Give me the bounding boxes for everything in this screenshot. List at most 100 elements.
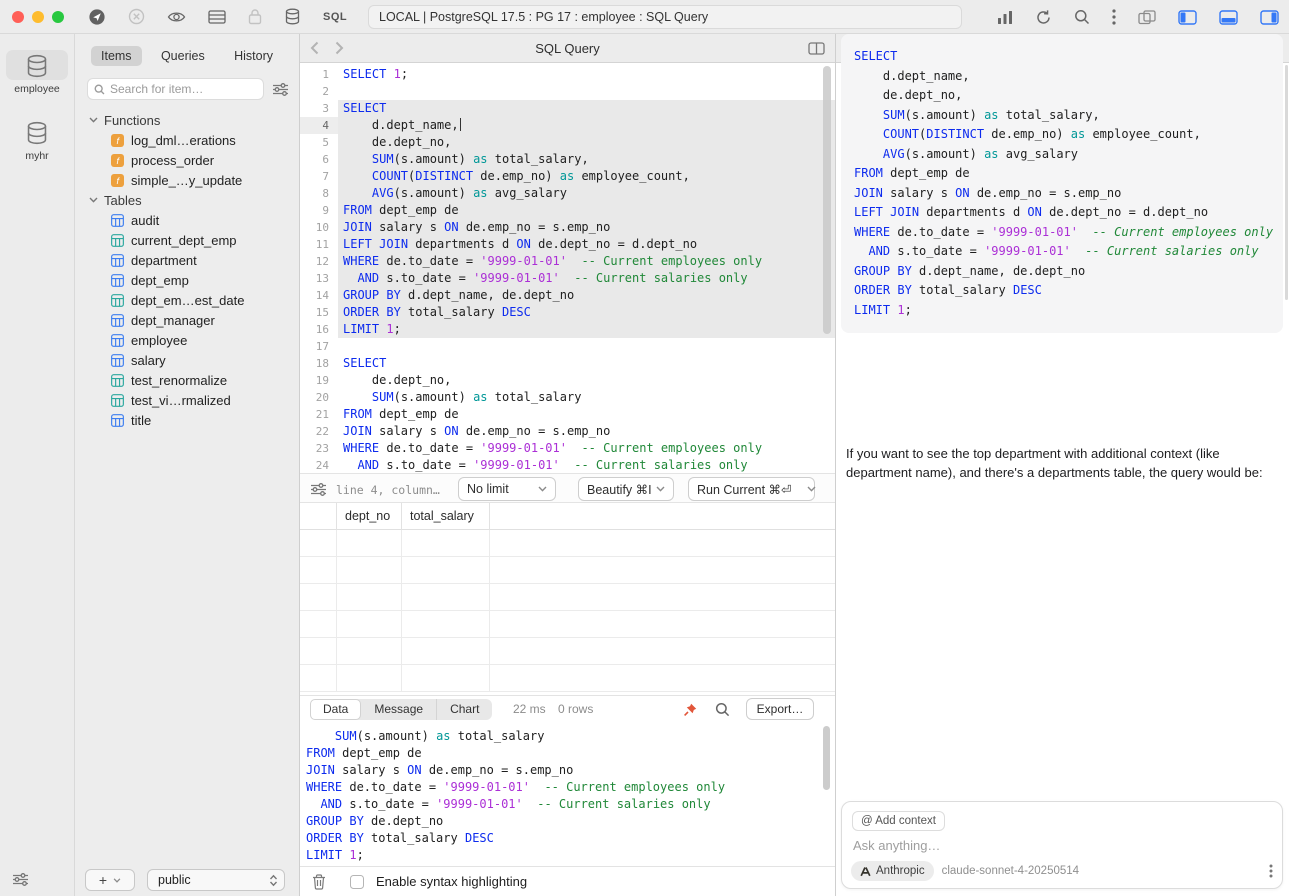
editor-line-24[interactable]: 24 AND s.to_date = '9999-01-01' -- Curre… [300,457,835,473]
back-icon[interactable] [310,41,319,55]
column-header-dept_no[interactable]: dept_no [337,503,402,530]
editor-line-3[interactable]: 3SELECT [300,100,835,117]
sidebar-item-department[interactable]: department [75,250,299,270]
output-tab-chart[interactable]: Chart [436,699,492,720]
ask-input[interactable] [853,838,1253,853]
lock-icon[interactable] [248,8,262,25]
refresh-icon[interactable] [1035,9,1052,26]
editor-line-15[interactable]: 15ORDER BY total_salary DESC [300,304,835,321]
filter-icon[interactable] [12,873,29,886]
table-cell[interactable] [402,584,490,611]
search-icon[interactable] [1074,9,1090,25]
connection-employee[interactable]: employee [6,50,68,95]
search-field[interactable] [87,78,264,100]
editor-line-19[interactable]: 19 de.dept_no, [300,372,835,389]
trash-icon[interactable] [312,874,326,890]
table-row[interactable] [300,665,835,692]
editor-line-10[interactable]: 10JOIN salary s ON de.emp_no = s.emp_no [300,219,835,236]
sidebar-item-employee[interactable]: employee [75,330,299,350]
scrollbar[interactable] [823,66,831,334]
editor-line-14[interactable]: 14GROUP BY d.dept_name, de.dept_no [300,287,835,304]
table-row[interactable] [300,584,835,611]
toggle-bottom-panel-icon[interactable] [1219,10,1238,25]
editor-line-16[interactable]: 16LIMIT 1; [300,321,835,338]
sql-badge[interactable]: SQL [323,11,347,23]
sidebar-item-process_order[interactable]: fprocess_order [75,150,299,170]
table-row[interactable] [300,530,835,557]
sidebar-tab-queries[interactable]: Queries [151,46,215,66]
tree-section-functions[interactable]: Functions [75,110,299,130]
sidebar-tab-history[interactable]: History [224,46,283,66]
editor-line-20[interactable]: 20 SUM(s.amount) as total_salary [300,389,835,406]
pin-icon[interactable] [683,702,698,717]
table-cell[interactable] [402,530,490,557]
sidebar-item-dept_manager[interactable]: dept_manager [75,310,299,330]
add-context-button[interactable]: @ Add context [852,811,945,831]
table-cell[interactable] [337,557,402,584]
sidebar-item-test_renormalize[interactable]: test_renormalize [75,370,299,390]
table-cell[interactable] [402,638,490,665]
split-editor-icon[interactable] [808,42,825,55]
sidebar-tab-items[interactable]: Items [91,46,142,66]
sql-editor[interactable]: 1SELECT 1;23SELECT4 d.dept_name,5 de.dep… [300,63,835,473]
table-row[interactable] [300,557,835,584]
sidebar-item-log_dml…erations[interactable]: flog_dml…erations [75,130,299,150]
toggle-right-panel-icon[interactable] [1260,10,1279,25]
table-row[interactable] [300,611,835,638]
editor-line-6[interactable]: 6 SUM(s.amount) as total_salary, [300,151,835,168]
model-provider-pill[interactable]: Anthropic [851,861,934,881]
schema-select[interactable]: public [147,869,285,891]
sidebar-item-test_vi…rmalized[interactable]: test_vi…rmalized [75,390,299,410]
editor-settings-icon[interactable] [310,483,327,496]
syntax-highlight-checkbox[interactable] [350,875,364,889]
table-cell[interactable] [402,611,490,638]
editor-line-4[interactable]: 4 d.dept_name, [300,117,835,134]
table-cell[interactable] [337,530,402,557]
editor-line-18[interactable]: 18SELECT [300,355,835,372]
chart-icon[interactable] [997,10,1013,25]
add-item-button[interactable]: + [85,869,135,891]
forward-icon[interactable] [335,41,344,55]
table-rows-icon[interactable] [208,10,226,24]
table-cell[interactable] [337,611,402,638]
chat-more-icon[interactable] [1269,864,1273,878]
output-tab-message[interactable]: Message [361,699,436,720]
editor-line-5[interactable]: 5 de.dept_no, [300,134,835,151]
eye-icon[interactable] [167,10,186,24]
beautify-button[interactable]: Beautify ⌘I [578,477,674,501]
run-current-button[interactable]: Run Current ⌘⏎ [688,477,815,501]
sidebar-item-current_dept_emp[interactable]: current_dept_emp [75,230,299,250]
zoom-window-button[interactable] [52,11,64,23]
editor-line-12[interactable]: 12WHERE de.to_date = '9999-01-01' -- Cur… [300,253,835,270]
close-window-button[interactable] [12,11,24,23]
editor-line-21[interactable]: 21FROM dept_emp de [300,406,835,423]
export-button[interactable]: Export… [746,698,814,720]
windows-icon[interactable] [1138,10,1156,25]
output-tab-data[interactable]: Data [310,699,361,720]
table-cell[interactable] [337,638,402,665]
filter-icon[interactable] [272,83,289,96]
search-input[interactable] [110,82,240,96]
editor-line-2[interactable]: 2 [300,83,835,100]
editor-line-13[interactable]: 13 AND s.to_date = '9999-01-01' -- Curre… [300,270,835,287]
editor-line-17[interactable]: 17 [300,338,835,355]
connection-myhr[interactable]: myhr [6,117,68,162]
editor-line-1[interactable]: 1SELECT 1; [300,66,835,83]
chat-input-card[interactable]: @ Add context Anthropic claude-sonnet-4-… [841,801,1283,889]
editor-line-23[interactable]: 23WHERE de.to_date = '9999-01-01' -- Cur… [300,440,835,457]
scrollbar[interactable] [823,726,830,790]
editor-line-11[interactable]: 11LEFT JOIN departments d ON de.dept_no … [300,236,835,253]
sidebar-item-title[interactable]: title [75,410,299,430]
sidebar-item-salary[interactable]: salary [75,350,299,370]
disconnect-icon[interactable] [128,8,145,25]
more-icon[interactable] [1112,9,1116,25]
sidebar-item-dept_em…est_date[interactable]: dept_em…est_date [75,290,299,310]
table-cell[interactable] [402,557,490,584]
connection-status-icon[interactable] [88,8,106,26]
tree-section-tables[interactable]: Tables [75,190,299,210]
sidebar-item-simple_…y_update[interactable]: fsimple_…y_update [75,170,299,190]
scrollbar[interactable] [1285,65,1288,300]
toggle-left-panel-icon[interactable] [1178,10,1197,25]
sidebar-item-audit[interactable]: audit [75,210,299,230]
minimize-window-button[interactable] [32,11,44,23]
